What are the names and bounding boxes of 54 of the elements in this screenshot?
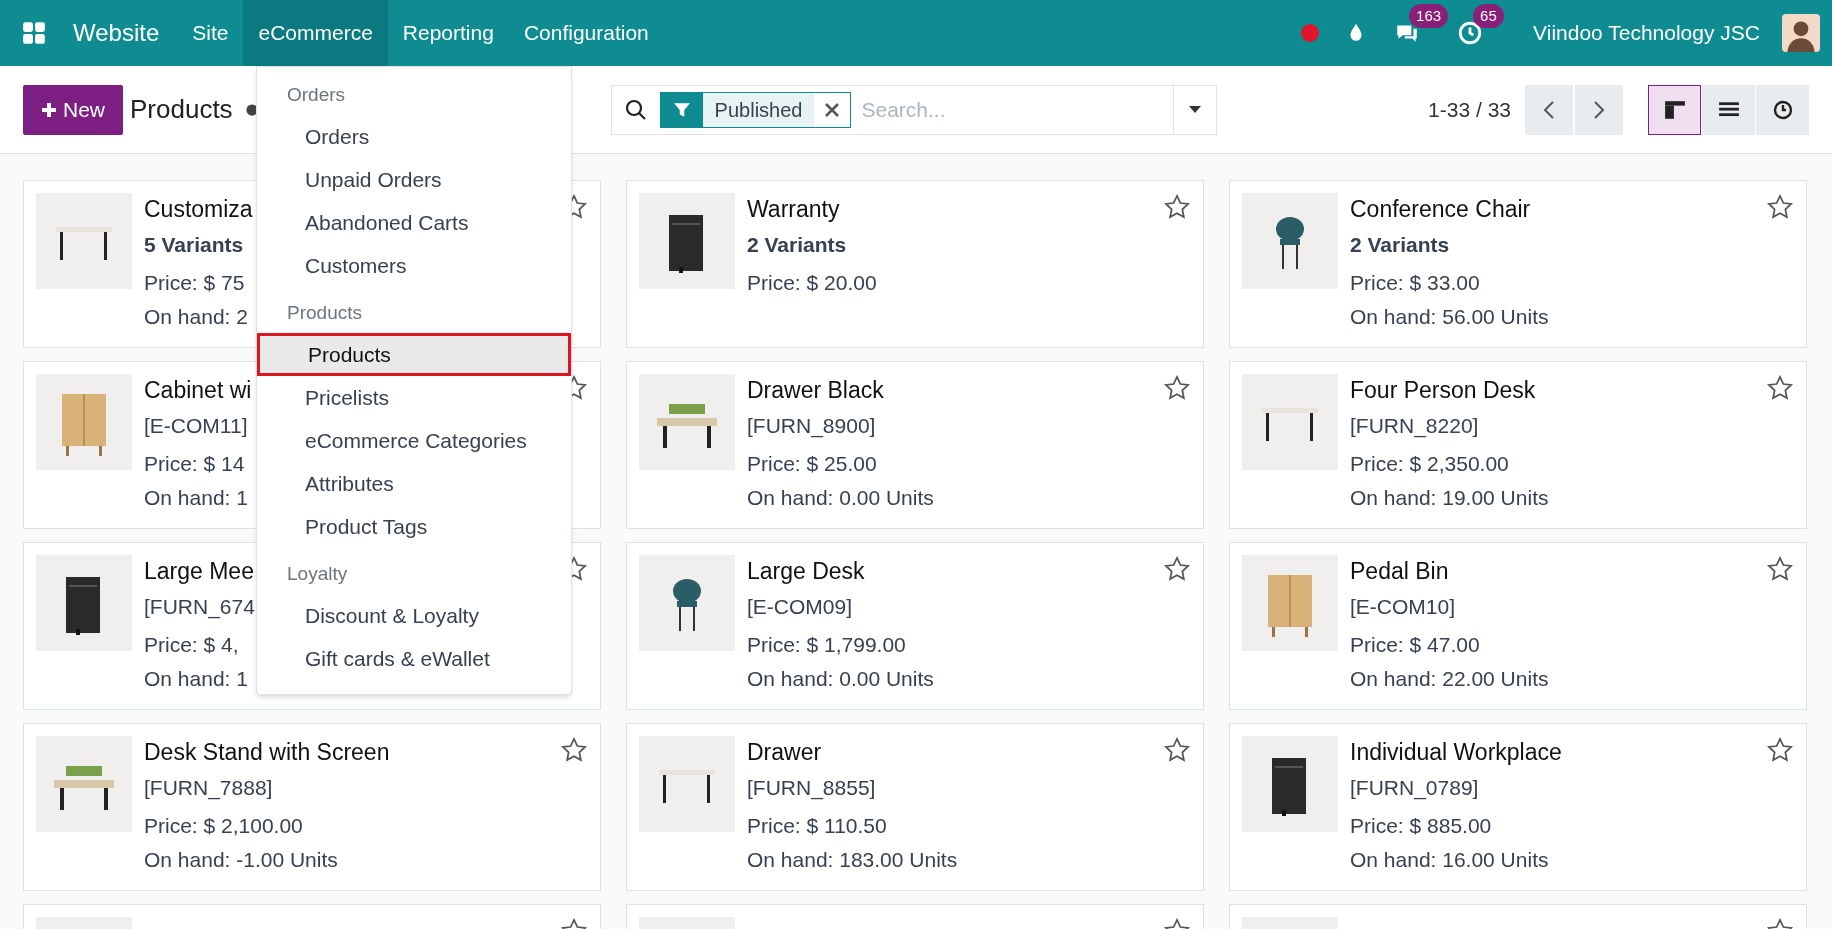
- variant-count: 2 Variants: [1350, 232, 1450, 258]
- product-name: Drawer: [747, 738, 822, 766]
- product-name: Customiza: [144, 195, 253, 223]
- product-name: Warranty: [747, 195, 840, 223]
- product-price: Price: $ 2,350.00: [1350, 451, 1509, 477]
- stock-quantity: On hand: 56.00 Units: [1350, 304, 1549, 330]
- section-heading: Orders: [286, 83, 347, 107]
- product-name: Cabinet wi: [144, 376, 252, 404]
- product-price: Price: $ 885.00: [1350, 813, 1492, 839]
- product-price: Price: $ 14: [144, 451, 245, 477]
- stock-quantity: On hand: 16.00 Units: [1350, 847, 1549, 873]
- activity-count-badge: 65: [1473, 4, 1504, 28]
- product-name: Individual Workplace: [1350, 738, 1562, 766]
- stock-quantity: On hand: 183.00 Units: [747, 847, 958, 873]
- section-heading: Loyalty: [286, 562, 349, 586]
- product-reference: [E-COM09]: [747, 594, 853, 620]
- product-price: Price: $ 75: [144, 270, 245, 296]
- stock-quantity: On hand: 1: [144, 666, 248, 692]
- product-name: Conference Chair: [1350, 195, 1531, 223]
- product-reference: [FURN_8855]: [747, 775, 876, 802]
- stock-quantity: On hand: 2: [144, 304, 248, 330]
- stock-quantity: On hand: 22.00 Units: [1350, 666, 1549, 692]
- product-price: Price: $ 20.00: [747, 270, 877, 296]
- stock-quantity: On hand: -1.00 Units: [144, 847, 338, 873]
- product-reference: [FURN_0789]: [1350, 775, 1479, 802]
- product-reference: [E-COM11]: [144, 413, 248, 439]
- product-reference: [FURN_8900]: [747, 413, 876, 440]
- variant-count: 2 Variants: [747, 232, 847, 258]
- product-price: Price: $ 2,100.00: [144, 813, 303, 839]
- facet-label: Published: [702, 92, 815, 127]
- stock-quantity: On hand: 1: [144, 485, 248, 511]
- variant-count: 5 Variants: [144, 232, 244, 258]
- section-heading: Products: [286, 301, 363, 325]
- product-reference: [FURN_8220]: [1350, 413, 1479, 440]
- product-price: Price: $ 4,: [144, 632, 239, 658]
- stock-quantity: On hand: 0.00 Units: [747, 666, 934, 692]
- product-name: Four Person Desk: [1350, 376, 1536, 404]
- product-price: Price: $ 110.50: [747, 813, 887, 839]
- product-name: Desk Stand with Screen: [144, 738, 390, 766]
- product-price: Price: $ 1,799.00: [747, 632, 906, 658]
- product-reference: [FURN_674: [144, 594, 255, 621]
- product-price: Price: $ 33.00: [1350, 270, 1480, 296]
- product-name: Large Mee: [144, 557, 254, 585]
- stock-quantity: On hand: 0.00 Units: [747, 485, 934, 511]
- product-reference: [E-COM10]: [1350, 594, 1456, 620]
- product-name: Pedal Bin: [1350, 557, 1449, 585]
- product-price: Price: $ 25.00: [747, 451, 877, 477]
- product-name: Large Desk: [747, 557, 865, 585]
- product-reference: [FURN_7888]: [144, 775, 273, 802]
- product-price: Price: $ 47.00: [1350, 632, 1480, 658]
- product-name: Drawer Black: [747, 376, 884, 404]
- stock-quantity: On hand: 19.00 Units: [1350, 485, 1549, 511]
- message-count-badge: 163: [1409, 4, 1449, 28]
- page-title: Products: [130, 93, 233, 126]
